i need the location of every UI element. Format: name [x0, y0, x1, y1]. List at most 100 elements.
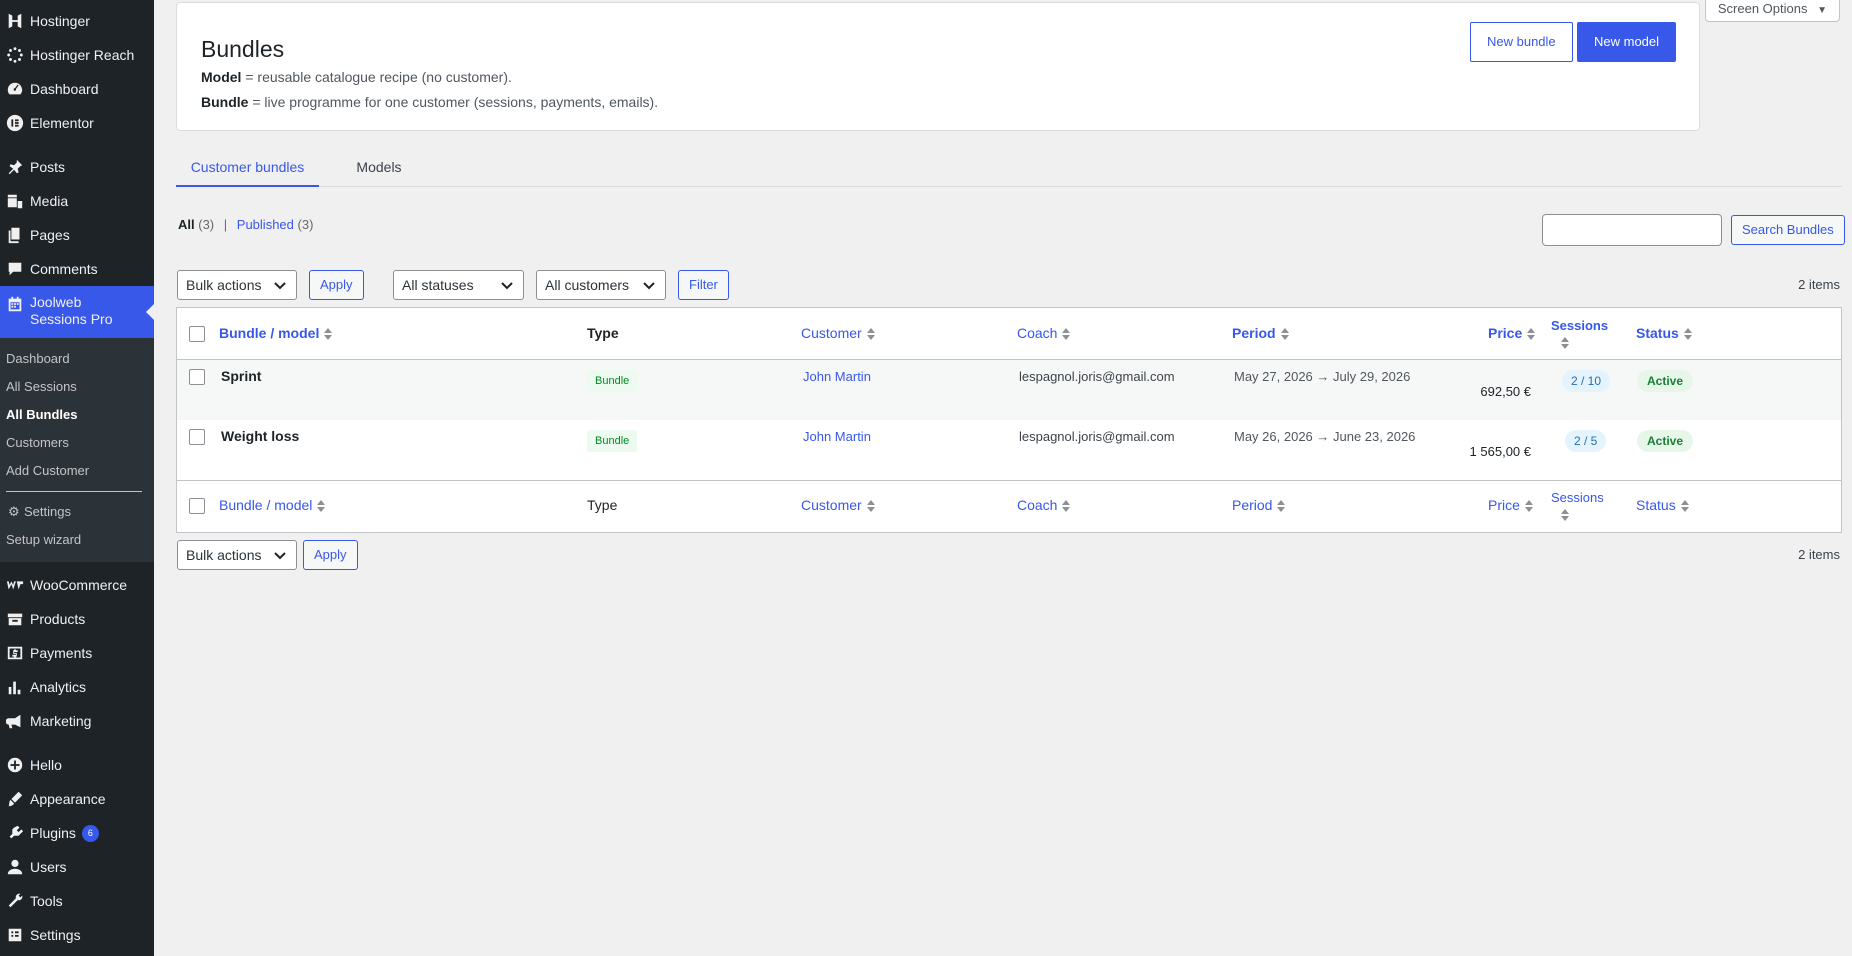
products-icon: [5, 609, 25, 629]
sort-icon: [1680, 500, 1689, 513]
submenu-dashboard[interactable]: Dashboard: [0, 345, 154, 373]
apply-button-top[interactable]: Apply: [309, 270, 364, 300]
type-badge: Bundle: [587, 430, 638, 452]
col-coach-footer[interactable]: Coach: [1017, 497, 1071, 513]
menu-label: Plugins: [30, 825, 76, 841]
col-status-footer[interactable]: Status: [1636, 497, 1689, 513]
type-badge: Bundle: [587, 370, 638, 392]
menu-item-plugins[interactable]: Plugins 6: [0, 816, 154, 850]
table-row: Weight loss Bundle John Martin lespagnol…: [177, 420, 1841, 480]
customer-link[interactable]: John Martin: [803, 369, 871, 384]
menu-label: Tools: [30, 893, 63, 909]
screen-options-label: Screen Options: [1717, 1, 1808, 16]
bulk-actions-select-top[interactable]: Bulk actions: [177, 270, 297, 300]
submenu-setup-wizard[interactable]: Setup wizard: [0, 526, 154, 554]
status-filter-select[interactable]: All statuses: [393, 270, 524, 300]
col-price-footer[interactable]: Price: [1488, 497, 1533, 513]
model-term: Model: [201, 69, 242, 85]
col-period-footer[interactable]: Period: [1232, 497, 1286, 513]
menu-item-hostinger[interactable]: Hostinger: [0, 4, 154, 38]
menu-item-elementor[interactable]: Elementor: [0, 106, 154, 140]
submenu-all-sessions[interactable]: All Sessions: [0, 373, 154, 401]
menu-item-comments[interactable]: Comments: [0, 252, 154, 286]
submenu-divider: [6, 491, 142, 492]
submenu-customers[interactable]: Customers: [0, 429, 154, 457]
bundle-definition: = live programme for one customer (sessi…: [248, 94, 659, 110]
sort-icon: [317, 500, 326, 513]
col-label: Period: [1232, 497, 1273, 513]
col-period[interactable]: Period: [1232, 325, 1289, 341]
col-label: Status: [1636, 325, 1679, 341]
bundle-price: 692,50 €: [1480, 384, 1531, 399]
new-model-button[interactable]: New model: [1577, 22, 1677, 62]
menu-item-analytics[interactable]: Analytics: [0, 670, 154, 704]
menu-item-marketing[interactable]: Marketing: [0, 704, 154, 738]
col-customer-footer[interactable]: Customer: [801, 497, 875, 513]
customer-link[interactable]: John Martin: [803, 429, 871, 444]
customer-filter-select[interactable]: All customers: [536, 270, 666, 300]
menu-item-products[interactable]: Products: [0, 602, 154, 636]
plugins-update-badge: 6: [81, 824, 99, 842]
col-sessions-footer[interactable]: Sessions: [1551, 490, 1604, 522]
bundle-title-link[interactable]: Weight loss: [221, 428, 299, 444]
menu-label: Hostinger: [30, 13, 90, 29]
menu-item-hello[interactable]: Hello: [0, 748, 154, 782]
woo-icon: [5, 575, 25, 595]
menu-item-media[interactable]: Media: [0, 184, 154, 218]
menu-item-appearance[interactable]: Appearance: [0, 782, 154, 816]
menu-item-hostinger-reach[interactable]: Hostinger Reach: [0, 38, 154, 72]
col-label: Price: [1488, 325, 1523, 341]
bundles-header-card: Bundles Model = reusable catalogue recip…: [176, 2, 1700, 131]
table-footer: Bundle / model Type Customer Coach Perio…: [177, 480, 1841, 532]
submenu-settings-label: Settings: [24, 504, 71, 519]
menu-item-tools[interactable]: Tools: [0, 884, 154, 918]
menu-item-posts[interactable]: Posts: [0, 150, 154, 184]
col-price[interactable]: Price: [1488, 325, 1536, 341]
filter-button[interactable]: Filter: [678, 270, 729, 300]
submenu-all-bundles[interactable]: All Bundles: [0, 401, 154, 429]
view-all-count: (3): [198, 217, 215, 232]
menu-label: Users: [30, 859, 67, 875]
menu-item-joolweb-sessions-pro[interactable]: Joolweb Sessions Pro: [0, 286, 154, 338]
bulk-actions-select-bottom[interactable]: Bulk actions: [177, 540, 297, 570]
col-customer[interactable]: Customer: [801, 325, 875, 341]
bundle-title-link[interactable]: Sprint: [221, 368, 261, 384]
menu-label: Elementor: [30, 115, 94, 131]
search-bundles-button[interactable]: Search Bundles: [1731, 215, 1845, 245]
sort-icon: [1277, 500, 1286, 513]
search-input[interactable]: [1542, 214, 1722, 246]
view-published-count: (3): [297, 217, 314, 232]
menu-item-settings[interactable]: Settings: [0, 918, 154, 952]
menu-item-users[interactable]: Users: [0, 850, 154, 884]
tab-customer-bundles[interactable]: Customer bundles: [176, 150, 319, 187]
select-all-checkbox[interactable]: [189, 326, 205, 342]
menu-item-payments[interactable]: Payments: [0, 636, 154, 670]
menu-item-pages[interactable]: Pages: [0, 218, 154, 252]
col-bundle-model[interactable]: Bundle / model: [219, 325, 333, 341]
col-label: Bundle / model: [219, 325, 320, 341]
apply-button-bottom[interactable]: Apply: [303, 540, 358, 570]
menu-item-woocommerce[interactable]: WooCommerce: [0, 568, 154, 602]
submenu-add-customer[interactable]: Add Customer: [0, 457, 154, 485]
sort-icon: [1280, 328, 1289, 341]
chevron-down-icon: [273, 541, 287, 574]
menu-item-dashboard[interactable]: Dashboard: [0, 72, 154, 106]
col-coach[interactable]: Coach: [1017, 325, 1071, 341]
new-bundle-button[interactable]: New bundle: [1470, 22, 1573, 62]
select-all-checkbox-bottom[interactable]: [189, 498, 205, 514]
tab-models[interactable]: Models: [340, 150, 418, 187]
col-sessions[interactable]: Sessions: [1551, 318, 1608, 350]
col-bundle-model-footer[interactable]: Bundle / model: [219, 497, 326, 513]
screen-options-toggle[interactable]: Screen Options ▼: [1704, 0, 1840, 22]
submenu-settings[interactable]: ⚙ Settings: [0, 498, 154, 526]
view-published[interactable]: Published: [237, 217, 294, 232]
sort-icon: [1062, 328, 1071, 341]
row-checkbox[interactable]: [189, 369, 205, 385]
row-checkbox[interactable]: [189, 429, 205, 445]
menu-label: Comments: [30, 261, 98, 277]
col-status[interactable]: Status: [1636, 325, 1692, 341]
view-all[interactable]: All: [178, 217, 195, 232]
status-badge: Active: [1637, 370, 1694, 392]
chevron-down-icon: [500, 271, 514, 304]
col-label: Sessions: [1551, 490, 1604, 505]
